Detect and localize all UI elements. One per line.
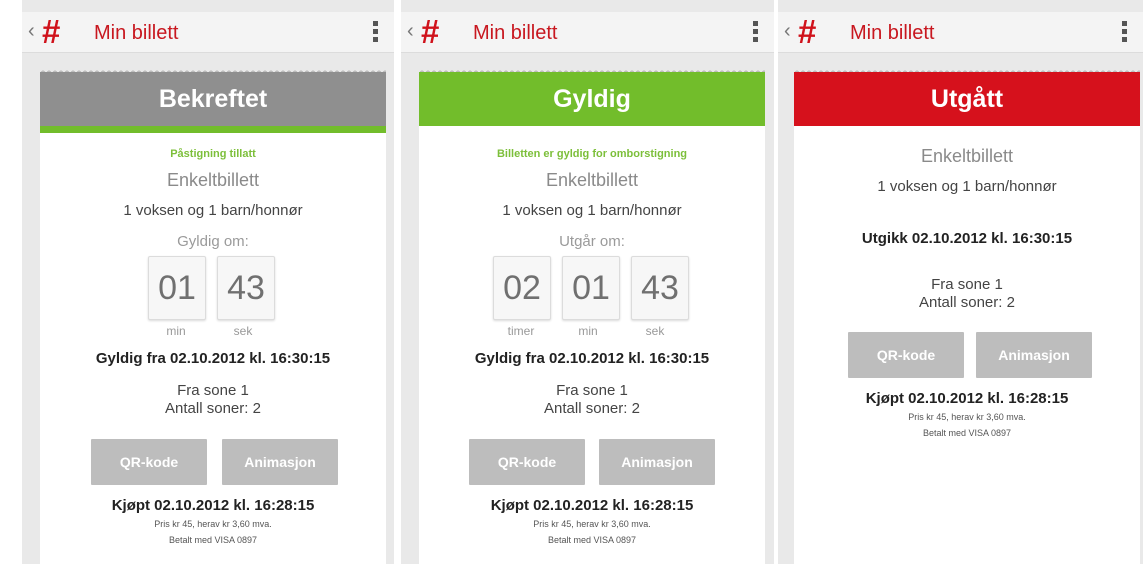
countdown-unit-timer: timer [507,324,535,338]
ticket-type: Enkeltbillett [545,170,639,190]
qr-code-button[interactable]: QR-kode [848,332,964,378]
ticket-screen-confirmed: ‹ # Min billett Bekreftet Påstigning til… [22,0,394,564]
countdown-digits: 01 43 [148,256,286,320]
back-chevron-icon[interactable]: ‹ [407,21,414,41]
countdown-units: min sek [148,324,282,338]
zone-from: Fra sone 1 [177,382,249,399]
animation-button[interactable]: Animasjon [222,439,338,485]
countdown-label: Gyldig om: [177,233,249,250]
zone-count: Antall soner: 2 [544,400,640,417]
boarding-note: Påstigning tillatt [170,148,256,160]
countdown-unit-min: min [166,324,186,338]
animation-button[interactable]: Animasjon [599,439,715,485]
passengers: 1 voksen og 1 barn/honnør [502,202,682,219]
passengers: 1 voksen og 1 barn/honnør [877,178,1057,195]
ticket-type: Enkeltbillett [166,170,260,190]
countdown-hours: 02 [493,256,551,320]
action-bar-title: Min billett [94,22,179,44]
app-logo-hash-icon[interactable]: # [42,15,60,49]
price-text: Pris kr 45, herav kr 3,60 mva. [908,412,1026,422]
back-chevron-icon[interactable]: ‹ [28,21,35,41]
purchase-time: Kjøpt 02.10.2012 kl. 16:28:15 [490,497,694,514]
validity-text: Gyldig fra 02.10.2012 kl. 16:30:15 [95,350,331,367]
countdown-unit-sek: sek [233,324,253,338]
app-logo-hash-icon[interactable]: # [798,15,816,49]
qr-code-button[interactable]: QR-kode [469,439,585,485]
expired-text: Utgikk 02.10.2012 kl. 16:30:15 [861,230,1073,247]
countdown-unit-min: min [578,324,598,338]
overflow-menu-icon[interactable] [1122,21,1127,43]
countdown-unit-sek: sek [645,324,665,338]
status-accent-line [40,126,386,133]
ticket-status-banner: Gyldig [419,72,765,126]
app-logo-hash-icon[interactable]: # [421,15,439,49]
purchase-time: Kjøpt 02.10.2012 kl. 16:28:15 [865,390,1069,407]
passengers: 1 voksen og 1 barn/honnør [123,202,303,219]
overflow-menu-icon[interactable] [753,21,758,43]
countdown-minutes: 01 [562,256,620,320]
payment-method: Betalt med VISA 0897 [168,535,258,545]
boarding-note: Billetten er gyldig for omborstigning [496,148,688,160]
animation-button[interactable]: Animasjon [976,332,1092,378]
countdown-units: timer min sek [493,324,694,338]
price-text: Pris kr 45, herav kr 3,60 mva. [533,519,651,529]
countdown-seconds: 43 [631,256,689,320]
ticket-status-banner: Utgått [794,72,1140,126]
price-text: Pris kr 45, herav kr 3,60 mva. [154,519,272,529]
countdown-label: Utgår om: [559,233,625,250]
countdown-seconds: 43 [217,256,275,320]
action-bar-title: Min billett [473,22,558,44]
ticket-card: Bekreftet Påstigning tillatt Enkeltbille… [40,67,386,564]
action-bar: ‹ # Min billett [778,12,1143,53]
validity-text: Gyldig fra 02.10.2012 kl. 16:30:15 [474,350,710,367]
countdown-digits: 02 01 43 [493,256,700,320]
payment-method: Betalt med VISA 0897 [922,428,1012,438]
ticket-type: Enkeltbillett [920,146,1014,166]
ticket-card: Utgått Enkeltbillett 1 voksen og 1 barn/… [794,67,1140,564]
action-bar: ‹ # Min billett [22,12,394,53]
payment-method: Betalt med VISA 0897 [547,535,637,545]
purchase-time: Kjøpt 02.10.2012 kl. 16:28:15 [111,497,315,514]
countdown-minutes: 01 [148,256,206,320]
back-chevron-icon[interactable]: ‹ [784,21,791,41]
zone-from: Fra sone 1 [556,382,628,399]
qr-code-button[interactable]: QR-kode [91,439,207,485]
action-bar-title: Min billett [850,22,935,44]
zone-from: Fra sone 1 [931,276,1003,293]
ticket-card: Gyldig Billetten er gyldig for omborstig… [419,67,765,564]
overflow-menu-icon[interactable] [373,21,378,43]
zone-count: Antall soner: 2 [165,400,261,417]
action-bar: ‹ # Min billett [401,12,774,53]
ticket-screen-expired: ‹ # Min billett Utgått Enkeltbillett 1 v… [778,0,1143,564]
ticket-status-banner: Bekreftet [40,72,386,126]
zone-count: Antall soner: 2 [919,294,1015,311]
ticket-screen-valid: ‹ # Min billett Gyldig Billetten er gyld… [401,0,774,564]
